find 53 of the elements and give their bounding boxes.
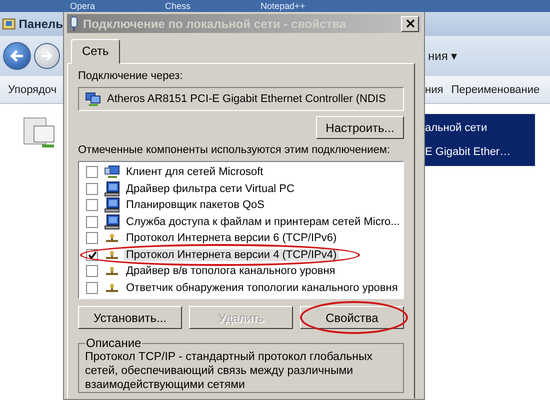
computer-icon [104,180,120,197]
forward-arrow-icon [41,51,53,61]
checkbox[interactable] [86,282,98,294]
description-text: Протокол TCP/IP - стандартный протокол глобальных сетей, обеспечивающий связь между различными взаимодействующими сетями [85,350,374,392]
component-item[interactable]: Драйвер в/в тополога канального уровня [124,265,338,278]
checkbox[interactable] [86,199,98,212]
component-item[interactable]: Драйвер фильтра сети Virtual PC [124,182,296,195]
close-button[interactable] [401,16,419,32]
back-arrow-icon [10,50,24,62]
adapter-field: Atheros AR8151 PCI-E Gigabit Ethernet Controller (NDIS [78,87,404,111]
component-item[interactable]: Протокол Интернета версии 4 (TCP/IPv4) [124,248,339,261]
checkbox[interactable] [86,166,98,178]
checkbox[interactable] [86,216,98,228]
description-legend: Описание [85,336,142,350]
component-item[interactable]: Ответчик обнаружения топологии канального уровня [124,282,400,294]
network-computer-icon [104,165,120,180]
view-menu[interactable]: ния ▾ [428,49,458,63]
network-protocol-icon [104,250,120,260]
connect-using-label: Подключение через: [78,70,183,82]
explorer-title: Панель [18,17,63,31]
connection-device: E Gigabit Ether… [425,146,511,158]
action-button[interactable]: Свойства [300,306,404,329]
control-panel-icon [2,17,16,31]
network-adapter-icon [85,91,101,107]
back-button[interactable] [3,42,31,70]
checkbox[interactable] [86,248,98,261]
computer-icon [104,197,120,214]
taskbar-item[interactable]: Opera [70,1,96,11]
components-label: Отмеченные компоненты используются этим подключением: [78,144,390,156]
computer-icon [104,214,120,230]
component-item[interactable]: Планировщик пакетов QoS [124,199,267,212]
forward-button[interactable] [34,43,60,69]
network-protocol-icon [104,266,120,276]
component-item[interactable]: Служба доступа к файлам и принтерам сетей Micro... [124,216,402,228]
checkbox[interactable] [86,232,98,244]
close-icon [406,19,414,28]
component-item[interactable]: Клиент для сетей Microsoft [124,166,266,178]
selected-connection[interactable]: альной сети E Gigabit Ether… [425,114,535,166]
tab[interactable]: Сеть [71,39,120,64]
network-protocol-icon [104,282,120,293]
command-item[interactable]: ния [425,84,444,96]
connection-name: альной сети [425,122,488,134]
network-protocol-icon [104,233,120,244]
taskbar-item[interactable]: Notepad++ [260,1,306,11]
configure-button[interactable]: Настроить... [316,116,404,139]
taskbar-item[interactable]: Chess [165,1,191,11]
checkbox[interactable] [86,265,98,278]
component-item[interactable]: Протокол Интернета версии 6 (TCP/IPv6) [124,232,339,244]
organize-menu[interactable]: Упорядоч [8,84,57,96]
network-plug-icon [69,16,79,32]
action-button[interactable]: Установить... [78,306,182,329]
command-item[interactable]: Переименование [451,84,540,96]
checkbox[interactable] [86,182,98,195]
